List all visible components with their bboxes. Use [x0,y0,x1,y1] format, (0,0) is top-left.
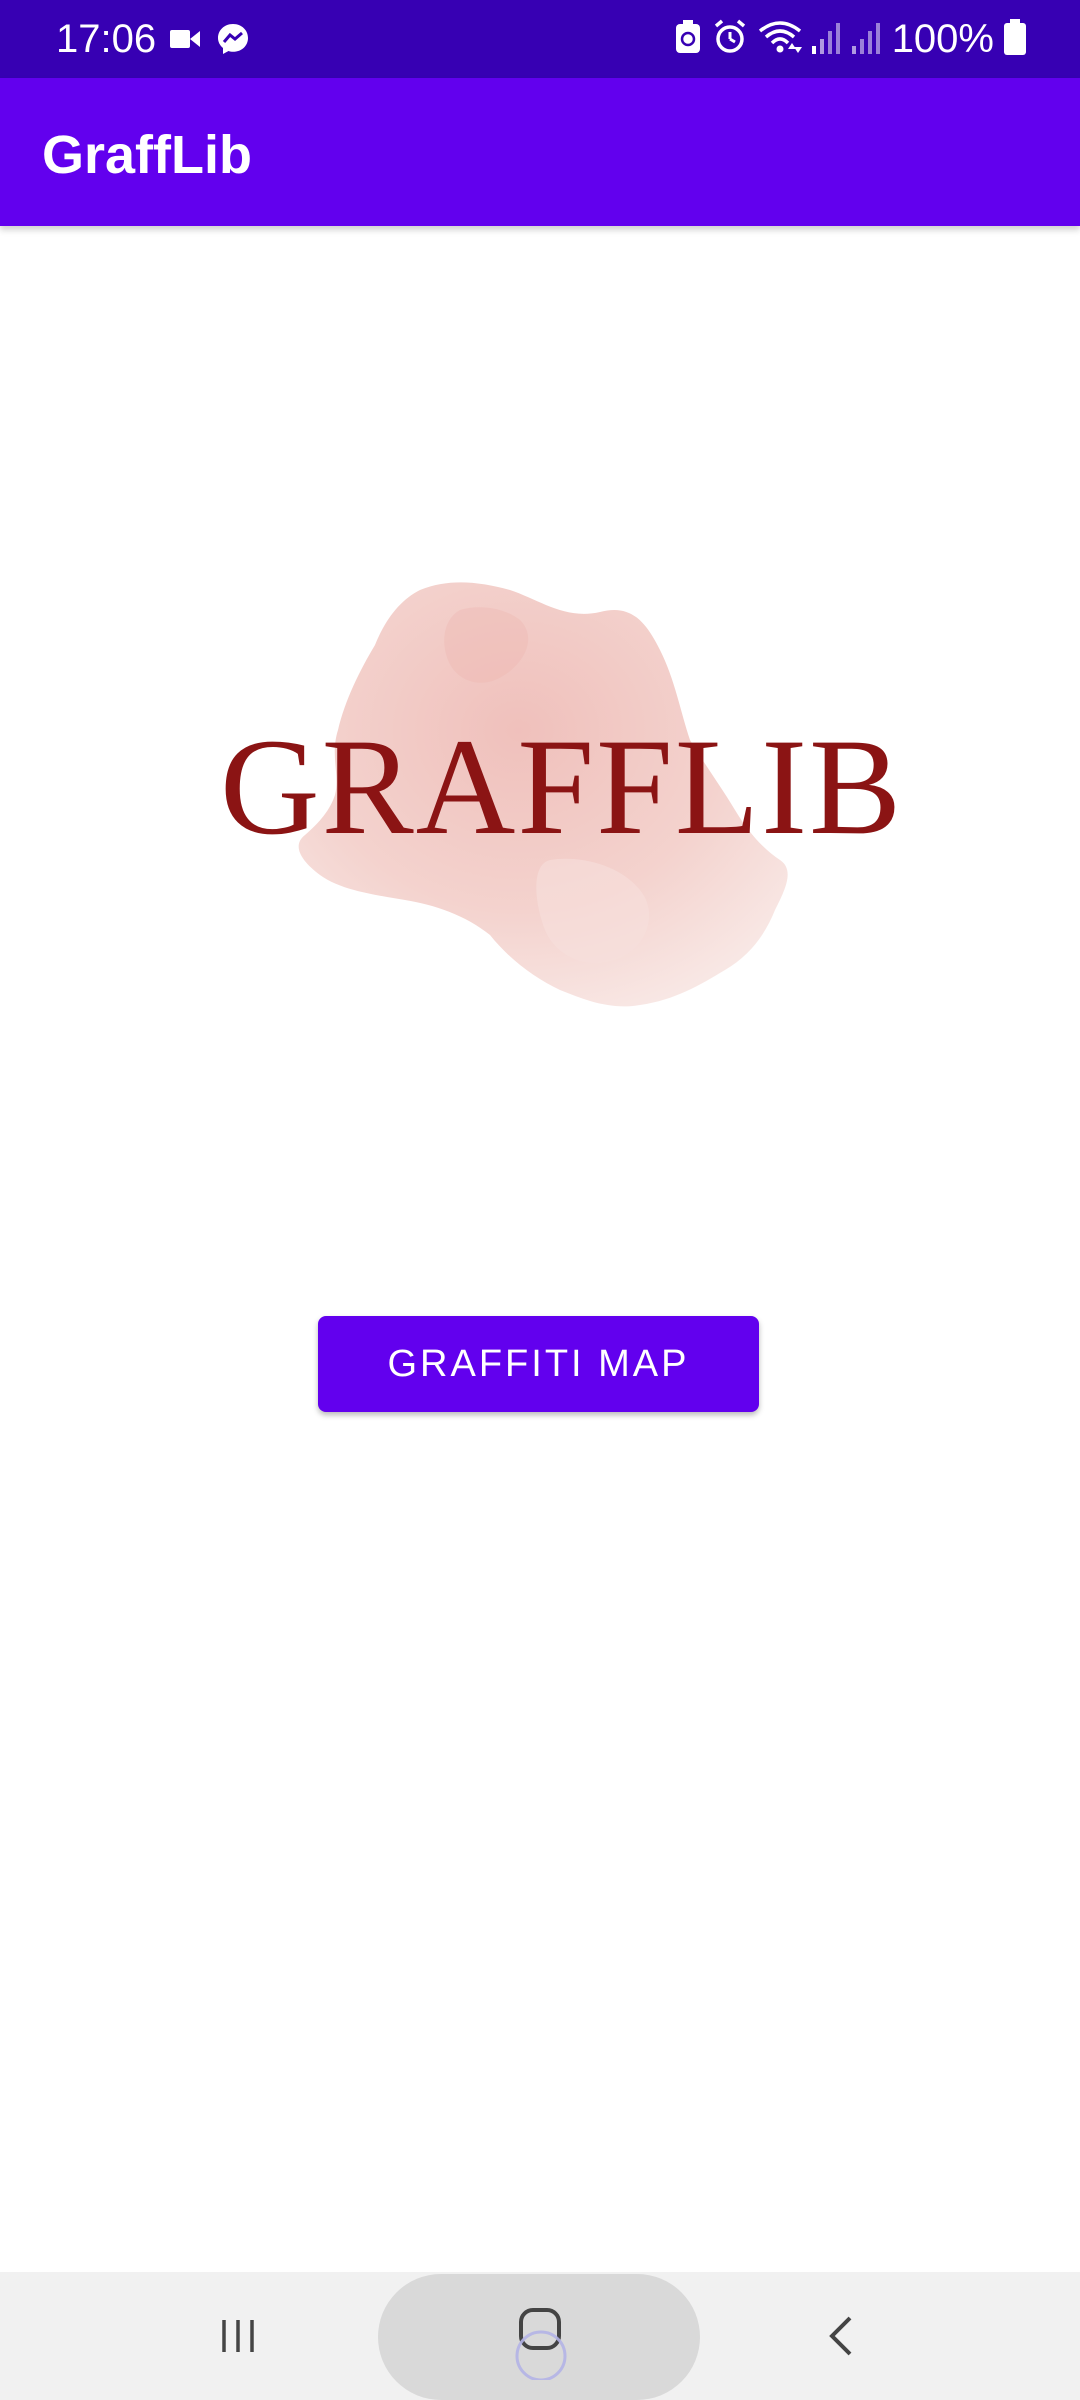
back-button[interactable] [800,2302,884,2374]
recents-icon [218,2316,258,2361]
signal-icon [851,20,882,59]
status-bar: 17:06 100% [0,0,1080,78]
home-icon [505,2300,575,2385]
grafflib-logo: GRAFFLIB [220,560,904,1020]
home-button[interactable] [490,2300,590,2384]
battery-percent: 100% [891,17,994,61]
graffiti-map-button[interactable]: GRAFFITI MAP [318,1316,759,1412]
video-camera-icon [170,27,200,56]
back-icon [822,2314,862,2363]
status-right: 100% [674,16,1026,62]
screen: 17:06 100% GraffLib GRAFFLIB GRAFFITI MA… [0,0,1080,2400]
app-title: GraffLib [42,125,252,185]
app-bar: GraffLib [0,78,1080,226]
battery-saver-icon [674,19,702,60]
wifi-icon [758,19,802,60]
messenger-icon [216,22,250,61]
signal-icon [811,20,842,59]
status-left-icons [170,22,250,61]
recents-button[interactable] [196,2302,280,2374]
status-time: 17:06 [56,17,157,61]
alarm-icon [712,19,748,60]
logo-text: GRAFFLIB [220,710,904,863]
battery-icon [1004,18,1026,60]
